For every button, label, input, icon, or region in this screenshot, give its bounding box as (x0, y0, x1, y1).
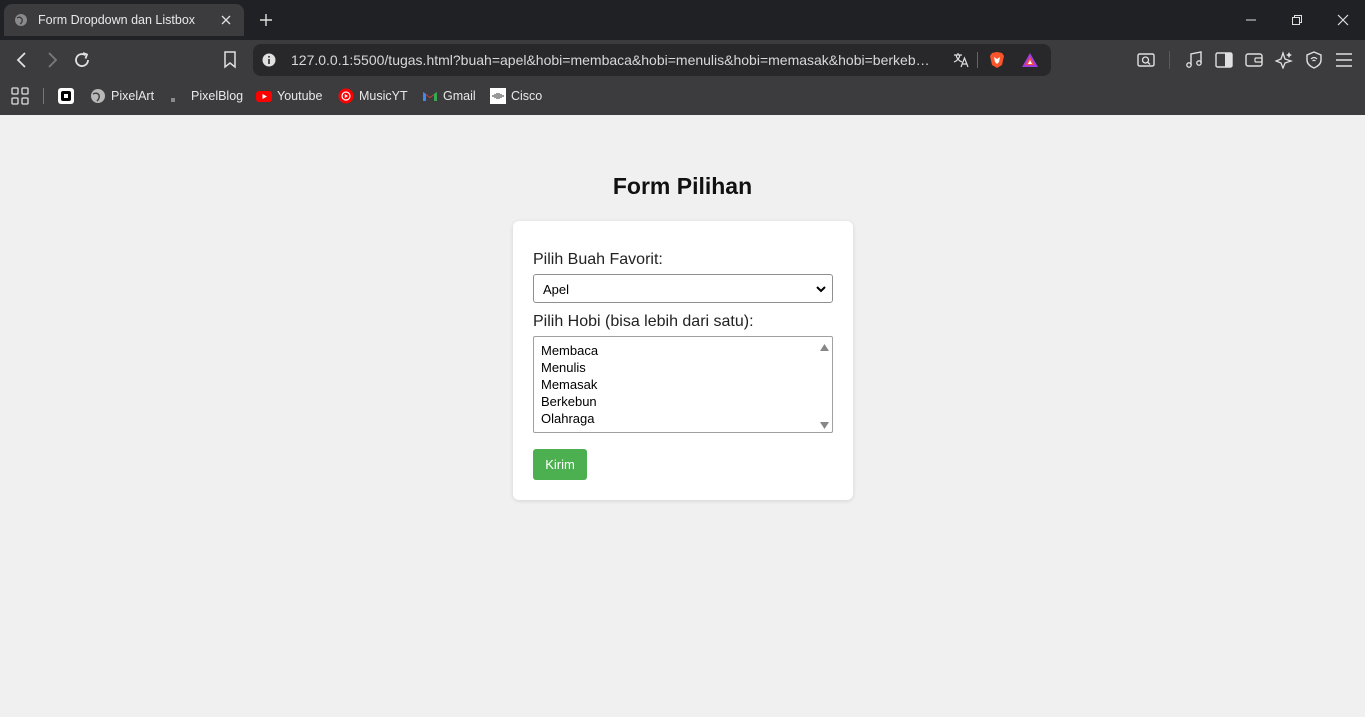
hobby-label: Pilih Hobi (bisa lebih dari satu): (533, 313, 754, 330)
hobby-option[interactable]: Olahraga (541, 411, 594, 426)
bookmark-cisco[interactable]: Cisco (490, 87, 542, 105)
bookmarks-divider (43, 88, 44, 104)
wallet-icon[interactable] (1242, 48, 1266, 72)
form-card: Pilih Buah Favorit: Apel Pilih Hobi (bis… (513, 221, 853, 500)
back-icon[interactable] (10, 48, 34, 72)
pixelblog-icon (170, 88, 186, 104)
leo-ai-icon[interactable] (1272, 48, 1296, 72)
brave-rewards-icon[interactable] (1021, 51, 1039, 74)
globe-icon (90, 88, 106, 104)
page-title: Form Pilihan (612, 173, 753, 199)
hobby-option[interactable]: Berkebun (541, 394, 597, 409)
hobby-option[interactable]: Membaca (541, 343, 598, 358)
minimize-icon[interactable] (1241, 10, 1261, 30)
fruit-label: Pilih Buah Favorit: (533, 251, 663, 268)
reload-icon[interactable] (70, 48, 94, 72)
new-tab-button[interactable] (256, 10, 276, 30)
globe-icon (14, 13, 28, 27)
bookmark-icon[interactable] (218, 48, 242, 72)
bookmark-youtube[interactable]: Youtube (256, 87, 322, 105)
cisco-icon (490, 88, 506, 104)
bookmark-app[interactable] (58, 87, 79, 105)
address-bar[interactable]: 127.0.0.1:5500/tugas.html?buah=apel&hobi… (253, 44, 1051, 76)
menu-icon[interactable] (1332, 48, 1356, 72)
youtube-icon (256, 88, 272, 104)
url-text: 127.0.0.1:5500/tugas.html?buah=apel&hobi… (291, 52, 930, 68)
browser-tab[interactable]: Form Dropdown dan Listbox (4, 4, 244, 36)
fruit-select[interactable]: Apel (533, 274, 833, 303)
bookmark-label: MusicYT (359, 89, 408, 103)
apps-icon[interactable] (11, 87, 29, 105)
bookmark-label: PixelArt (111, 89, 155, 103)
tab-title: Form Dropdown dan Listbox (38, 13, 196, 27)
app-icon (58, 88, 74, 104)
bookmark-label: Youtube (277, 89, 323, 103)
toolbar-divider (1169, 51, 1170, 69)
bookmark-pixelblog[interactable]: PixelBlog (170, 87, 243, 105)
bookmark-label: Cisco (511, 89, 543, 103)
bookmark-pixelart[interactable]: PixelArt (90, 87, 154, 105)
scroll-up-icon[interactable] (819, 340, 830, 351)
youtube-music-icon (338, 88, 354, 104)
translate-icon[interactable] (953, 52, 969, 73)
hobby-option[interactable]: Memasak (541, 377, 597, 392)
hobby-option[interactable]: Menulis (541, 360, 586, 375)
tab-strip: Form Dropdown dan Listbox (0, 0, 1365, 40)
bookmark-gmail[interactable]: Gmail (422, 87, 476, 105)
fruit-selected-value: Apel (543, 282, 570, 297)
brave-shield-icon[interactable] (988, 51, 1006, 74)
restore-icon[interactable] (1287, 10, 1307, 30)
close-tab-icon[interactable] (218, 12, 234, 28)
bookmark-musicyt[interactable]: MusicYT (338, 87, 408, 105)
site-info-icon[interactable] (262, 53, 276, 72)
forward-icon[interactable] (40, 48, 64, 72)
bookmark-label: PixelBlog (191, 89, 244, 103)
submit-button[interactable]: Kirim (533, 449, 587, 480)
sidebar-icon[interactable] (1212, 48, 1236, 72)
hobby-listbox[interactable]: Membaca Menulis Memasak Berkebun Olahrag… (533, 336, 833, 433)
scroll-down-icon[interactable] (819, 418, 830, 429)
vpn-icon[interactable] (1302, 48, 1326, 72)
gmail-icon (422, 88, 438, 104)
page-search-icon[interactable] (1134, 48, 1158, 72)
close-window-icon[interactable] (1333, 10, 1353, 30)
divider (977, 52, 978, 68)
bookmark-label: Gmail (443, 89, 476, 103)
media-icon[interactable] (1182, 48, 1206, 72)
chevron-down-icon (814, 282, 828, 296)
